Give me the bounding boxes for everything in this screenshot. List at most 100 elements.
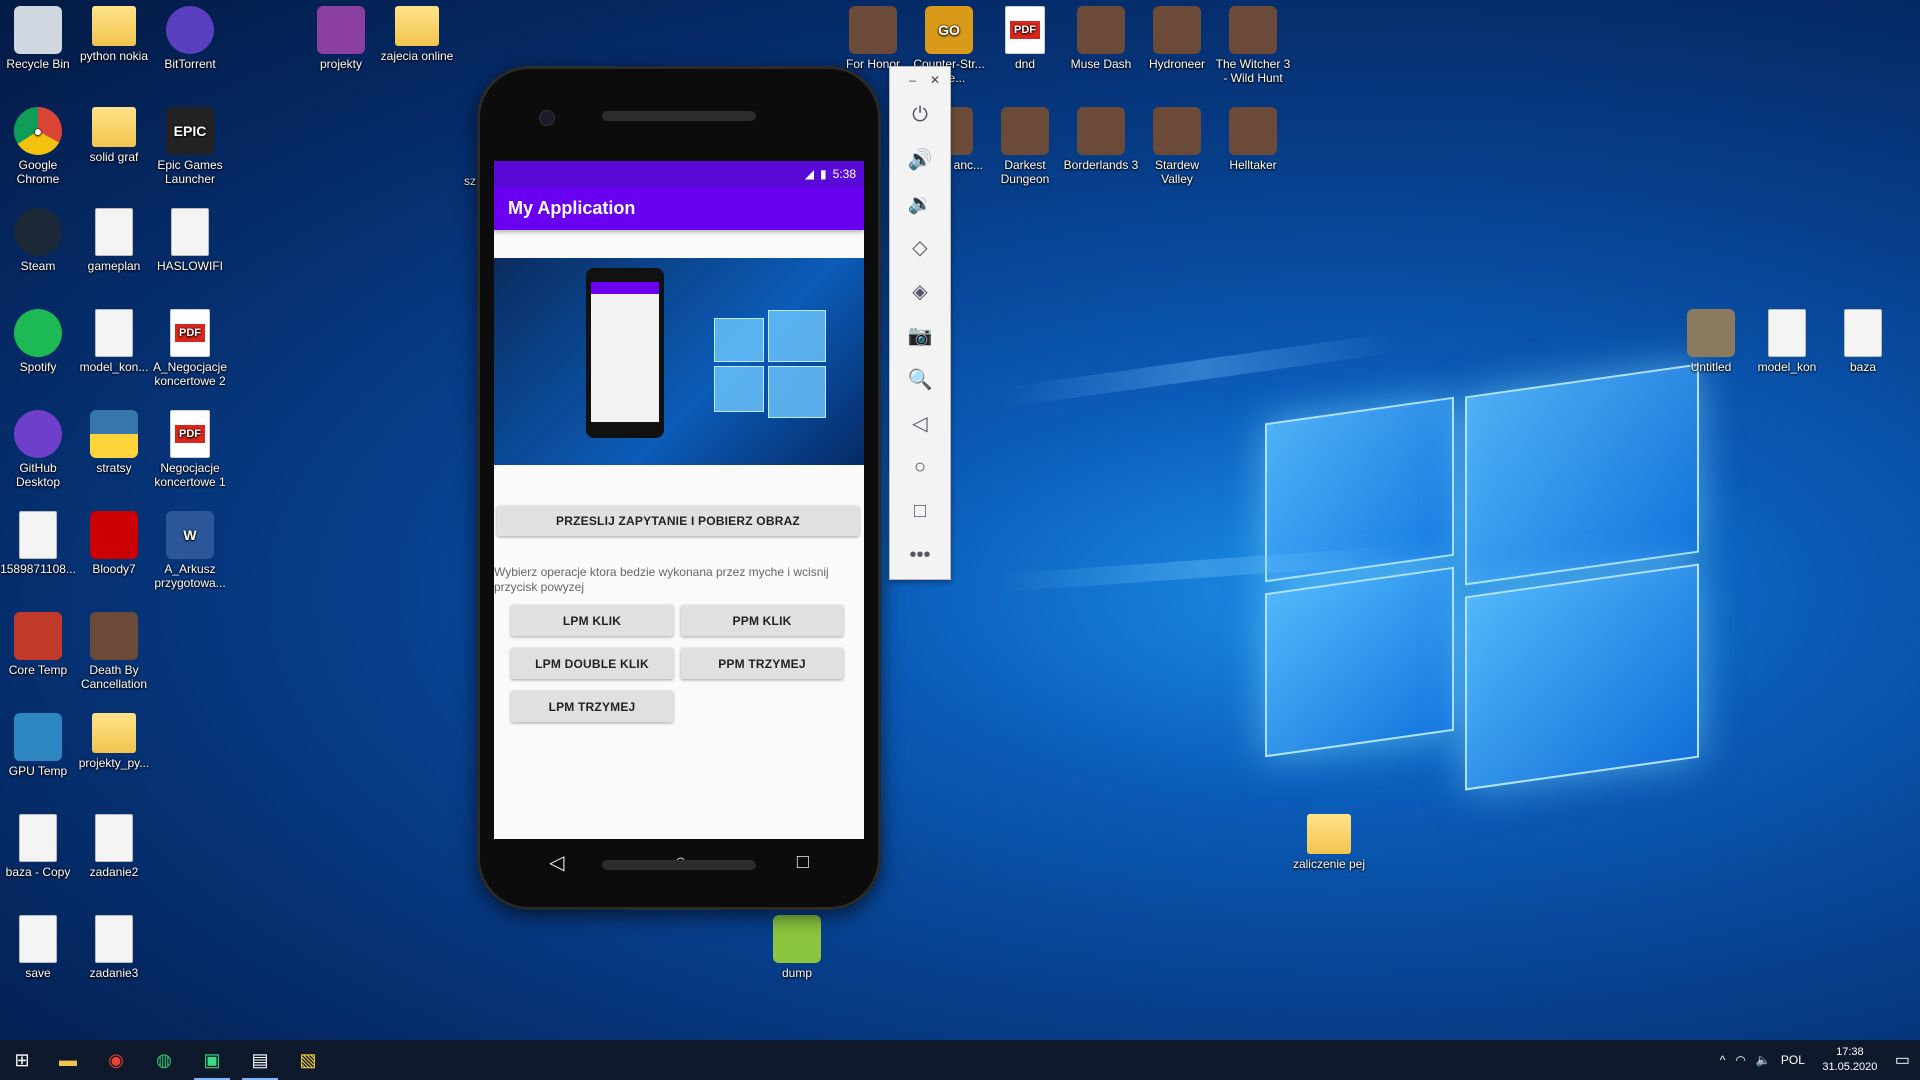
lpm-double-click-button[interactable]: LPM DOUBLE KLIK bbox=[511, 648, 673, 679]
close-icon[interactable]: ✕ bbox=[930, 73, 940, 87]
status-time: 5:38 bbox=[832, 167, 856, 181]
home-icon[interactable]: ○ bbox=[890, 445, 950, 489]
file-icon bbox=[19, 915, 57, 963]
overview-icon[interactable]: □ bbox=[890, 489, 950, 533]
desktop-icon[interactable]: Spotify bbox=[0, 309, 76, 374]
start-button[interactable]: ⊞ bbox=[0, 1040, 44, 1080]
desktop-icon[interactable]: Recycle Bin bbox=[0, 6, 76, 71]
desktop-icon[interactable]: projekty_py... bbox=[76, 713, 152, 770]
desktop-icon[interactable]: PDF dnd bbox=[987, 6, 1063, 71]
desktop-icon[interactable]: Steam bbox=[0, 208, 76, 273]
file-icon bbox=[171, 208, 209, 256]
desktop-icon-label: zaliczenie pej bbox=[1292, 857, 1366, 871]
desktop-icon[interactable]: GitHub Desktop bbox=[0, 410, 76, 489]
ppm-hold-button[interactable]: PPM TRZYMEJ bbox=[681, 648, 843, 679]
desktop-icon[interactable]: PDF Negocjacje koncertowe 1 bbox=[152, 410, 228, 489]
desktop-icon[interactable]: gameplan bbox=[76, 208, 152, 273]
python-icon bbox=[90, 410, 138, 458]
gitkraken-taskbar-icon[interactable]: ◍ bbox=[140, 1040, 188, 1080]
desktop-icon-label: stratsy bbox=[96, 461, 132, 475]
nav-back-icon[interactable]: ◁ bbox=[549, 850, 564, 875]
system-tray: ^ ◠ 🔈 POL 17:38 31.05.2020 ▭ bbox=[1720, 1040, 1920, 1080]
desktop-icon[interactable]: Bloody7 bbox=[76, 511, 152, 576]
desktop-icon-label: zadanie3 bbox=[89, 966, 139, 980]
desktop-icon[interactable]: Stardew Valley bbox=[1139, 107, 1215, 186]
volume-up-icon[interactable]: 🔊 bbox=[890, 137, 950, 181]
desktop-icon[interactable]: solid graf bbox=[76, 107, 152, 164]
desktop-icon[interactable]: zadanie3 bbox=[76, 915, 152, 980]
minimize-icon[interactable]: – bbox=[909, 73, 916, 87]
desktop-icon[interactable]: dump bbox=[759, 915, 835, 980]
clock[interactable]: 17:38 31.05.2020 bbox=[1815, 1045, 1885, 1075]
game-icon bbox=[1229, 6, 1277, 54]
camera-icon[interactable]: 📷 bbox=[890, 313, 950, 357]
desktop-icon[interactable]: projekty bbox=[303, 6, 379, 71]
desktop-icon[interactable]: model_kon... bbox=[76, 309, 152, 374]
desktop-icon[interactable]: Death By Cancellation bbox=[76, 612, 152, 691]
desktop-icon[interactable]: python nokia bbox=[76, 6, 152, 63]
desktop-icon[interactable]: Helltaker bbox=[1215, 107, 1291, 172]
desktop-icon[interactable]: save bbox=[0, 915, 76, 980]
desktop-icon[interactable]: GPU Temp bbox=[0, 713, 76, 778]
desktop-icon[interactable]: Hydroneer bbox=[1139, 6, 1215, 71]
epic-games-icon: EPIC bbox=[166, 107, 214, 155]
desktop-icon[interactable]: zajecia online bbox=[379, 6, 455, 63]
back-icon[interactable]: ◁ bbox=[890, 401, 950, 445]
desktop-icon[interactable]: HASLOWIFI bbox=[152, 208, 228, 273]
android-studio-taskbar-icon[interactable]: ▣ bbox=[188, 1040, 236, 1080]
power-icon[interactable]: ⏻ bbox=[890, 93, 950, 137]
desktop-icon[interactable]: Core Temp bbox=[0, 612, 76, 677]
folder-icon bbox=[92, 6, 136, 46]
game-icon bbox=[849, 6, 897, 54]
desktop-icon-label: projekty_py... bbox=[78, 756, 150, 770]
desktop-icon[interactable]: Darkest Dungeon bbox=[987, 107, 1063, 186]
desktop-icon[interactable]: baza bbox=[1825, 309, 1901, 374]
desktop-icon[interactable]: zaliczenie pej bbox=[1291, 814, 1367, 871]
chrome-taskbar-icon[interactable]: ◉ bbox=[92, 1040, 140, 1080]
desktop-icon[interactable]: PDF A_Negocjacje koncertowe 2 bbox=[152, 309, 228, 388]
file-explorer-icon[interactable]: ▬ bbox=[44, 1040, 92, 1080]
desktop-icon[interactable]: W A_Arkusz przygotowa... bbox=[152, 511, 228, 590]
desktop-icon[interactable]: EPIC Epic Games Launcher bbox=[152, 107, 228, 186]
desktop-icon[interactable]: Untitled bbox=[1673, 309, 1749, 374]
rotate-right-icon[interactable]: ◈ bbox=[890, 269, 950, 313]
desktop-icon[interactable]: For Honor bbox=[835, 6, 911, 71]
show-hidden-icons-icon[interactable]: ^ bbox=[1720, 1053, 1726, 1067]
zoom-icon[interactable]: 🔍 bbox=[890, 357, 950, 401]
winrar-icon bbox=[317, 6, 365, 54]
language-indicator[interactable]: POL bbox=[1781, 1053, 1805, 1067]
desktop-icon[interactable]: 1589871108... bbox=[0, 511, 76, 576]
speaker-icon[interactable]: 🔈 bbox=[1756, 1053, 1771, 1067]
notifications-icon[interactable]: ▭ bbox=[1895, 1050, 1910, 1070]
ppm-click-button[interactable]: PPM KLIK bbox=[681, 605, 843, 636]
clock-time: 17:38 bbox=[1836, 1046, 1864, 1058]
file-icon bbox=[95, 208, 133, 256]
signal-icon: ◢ bbox=[804, 167, 815, 181]
fetch-image-button[interactable]: PRZESLIJ ZAPYTANIE I POBIERZ OBRAZ bbox=[497, 506, 859, 536]
python-taskbar-icon[interactable]: ▧ bbox=[284, 1040, 332, 1080]
file-icon bbox=[95, 814, 133, 862]
volume-down-icon[interactable]: 🔉 bbox=[890, 181, 950, 225]
desktop-icon-label: dnd bbox=[1014, 57, 1036, 71]
emulator-taskbar-icon[interactable]: ▤ bbox=[236, 1040, 284, 1080]
desktop-icon-label: model_kon bbox=[1757, 360, 1817, 374]
lpm-hold-button[interactable]: LPM TRZYMEJ bbox=[511, 691, 673, 722]
desktop-icon[interactable]: stratsy bbox=[76, 410, 152, 475]
network-icon[interactable]: ◠ bbox=[1735, 1053, 1745, 1067]
desktop-icon[interactable]: model_kon bbox=[1749, 309, 1825, 374]
desktop-icon-label: model_kon... bbox=[79, 360, 149, 374]
desktop-icon[interactable]: The Witcher 3 - Wild Hunt bbox=[1215, 6, 1291, 85]
lpm-click-button[interactable]: LPM KLIK bbox=[511, 605, 673, 636]
desktop-icon[interactable]: baza - Copy bbox=[0, 814, 76, 879]
desktop-icon[interactable]: zadanie2 bbox=[76, 814, 152, 879]
nav-recents-icon[interactable]: □ bbox=[797, 851, 809, 874]
desktop-icon[interactable]: BitTorrent bbox=[152, 6, 228, 71]
more-icon[interactable]: ••• bbox=[890, 533, 950, 577]
desktop-icon[interactable]: ● Google Chrome bbox=[0, 107, 76, 186]
desktop-icon[interactable]: Borderlands 3 bbox=[1063, 107, 1139, 172]
desktop-icon-label: BitTorrent bbox=[164, 57, 216, 71]
rotate-left-icon[interactable]: ◇ bbox=[890, 225, 950, 269]
device-screen[interactable]: ◢ ▮ 5:38 My Application PRZESLIJ ZAPYTAN… bbox=[494, 161, 864, 839]
file-icon bbox=[95, 915, 133, 963]
desktop-icon[interactable]: Muse Dash bbox=[1063, 6, 1139, 71]
